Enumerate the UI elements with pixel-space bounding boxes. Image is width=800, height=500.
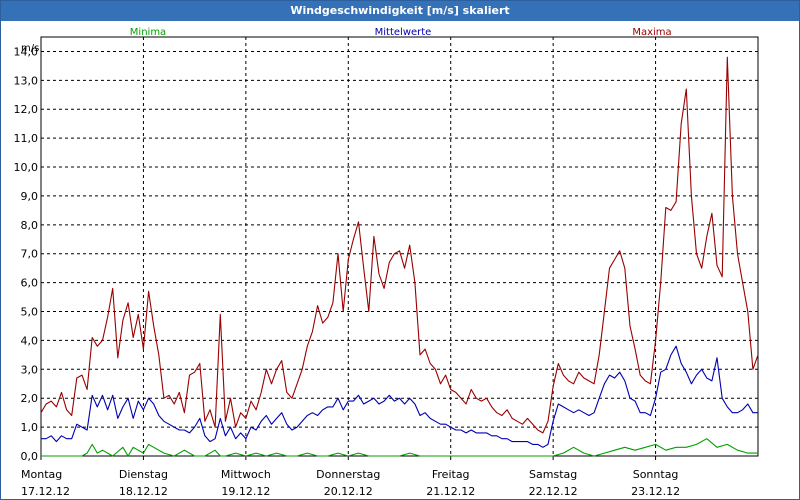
legend-maxima: Maxima: [632, 27, 671, 38]
x-tick-weekday: Montag: [21, 468, 62, 481]
x-tick-date: 19.12.12: [221, 485, 270, 498]
x-tick-weekday: Dienstag: [119, 468, 168, 481]
series-line-maxima: [40, 56, 759, 434]
x-tick-date: 21.12.12: [426, 485, 475, 498]
x-tick-date: 20.12.12: [324, 485, 373, 498]
series-line-mittelwerte: [41, 345, 758, 448]
y-tick-label: 2,0: [21, 392, 39, 405]
y-tick-label: 7,0: [21, 248, 39, 261]
y-tick-label: 11,0: [14, 132, 39, 145]
x-tick-weekday: Sonntag: [633, 468, 679, 481]
chart-window: Windgeschwindigkeit [m/s] skaliert 0,0 1,…: [0, 0, 800, 500]
grid: [41, 37, 758, 456]
x-tick-weekday: Donnerstag: [316, 468, 380, 481]
y-tick-label: 12,0: [14, 103, 39, 116]
y-tick-label: 9,0: [21, 190, 39, 203]
y-tick-label: 3,0: [21, 363, 39, 376]
x-tick-date: 18.12.12: [119, 485, 168, 498]
legend-mittelwerte: Mittelwerte: [375, 27, 432, 38]
y-tick-label: 0,0: [21, 450, 39, 463]
y-tick-label: 5,0: [21, 306, 39, 319]
series-lines: [40, 56, 759, 457]
legend-minima: Minima: [130, 27, 166, 38]
series-line-minima: [41, 438, 758, 457]
x-tick-weekday: Freitag: [432, 468, 470, 481]
y-tick-label: 13,0: [14, 74, 39, 87]
x-tick-date: 23.12.12: [631, 485, 680, 498]
y-tick-label: 4,0: [21, 334, 39, 347]
x-tick-weekday: Samstag: [529, 468, 577, 481]
x-tick-date: 22.12.12: [529, 485, 578, 498]
plot-area: [40, 36, 759, 457]
y-axis: 0,0 1,0 2,0 3,0 4,0 5,0 6,0 7,0 8,0 9,0 10,0 11,0 12…: [14, 45, 39, 463]
y-axis-unit: m/s: [21, 43, 39, 54]
x-tick-date: 17.12.12: [21, 485, 70, 498]
wind-speed-chart: 0,0 1,0 2,0 3,0 4,0 5,0 6,0 7,0 8,0 9,0 10,0 11,0 12…: [14, 27, 759, 498]
x-axis: Montag 17.12.12 Dienstag 18.12.12 Mittwoch 19…: [21, 456, 680, 498]
y-tick-label: 8,0: [21, 219, 39, 232]
y-tick-label: 1,0: [21, 421, 39, 434]
x-tick-weekday: Mittwoch: [221, 468, 271, 481]
y-tick-label: 10,0: [14, 161, 39, 174]
y-tick-label: 6,0: [21, 277, 39, 290]
